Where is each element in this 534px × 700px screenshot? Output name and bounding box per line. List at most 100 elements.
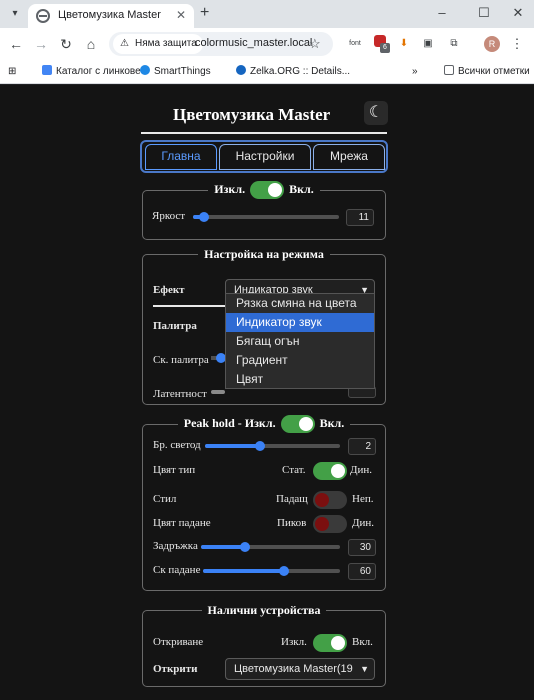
browser-tab[interactable]: Цветомузика Master ✕: [28, 4, 194, 28]
forward-icon[interactable]: →: [32, 35, 50, 53]
fall-color-label: Цвят падане: [153, 517, 211, 529]
extensions-puzzle-icon[interactable]: ⧉: [446, 35, 462, 53]
palette-label: Палитра: [153, 320, 197, 332]
effect-option[interactable]: Рязка смяна на цвета: [226, 294, 374, 313]
color-type-toggle[interactable]: [313, 462, 347, 480]
bookmark-all[interactable]: Всички отметки: [444, 63, 530, 81]
bookmark-favicon-icon: [140, 65, 150, 75]
effect-option-selected[interactable]: Индикатор звук: [226, 313, 374, 332]
profile-avatar[interactable]: R: [484, 36, 500, 52]
led-count-value[interactable]: 2: [348, 438, 376, 455]
slider-track: [193, 215, 339, 219]
fall-speed-label: Ск падане: [153, 564, 201, 576]
new-tab-icon[interactable]: +: [200, 5, 209, 21]
fall-color-toggle[interactable]: [313, 515, 347, 533]
found-devices-select[interactable]: Цветомузика Master(19 ▼: [225, 658, 375, 680]
close-window-icon[interactable]: ✕: [506, 3, 530, 23]
folder-icon: [444, 65, 454, 75]
power-on-label: Вкл.: [289, 181, 314, 196]
font-extension-icon[interactable]: font: [345, 35, 365, 53]
effect-dropdown-list: Рязка смяна на цвета Индикатор звук Бяга…: [225, 293, 375, 389]
browser-toolbar: ← → ↻ ⌂ ⚠ Няма защита colormusic_master.…: [0, 28, 534, 60]
bookmark-star-icon[interactable]: ☆: [309, 35, 321, 53]
discovery-off-label: Изкл.: [281, 636, 307, 648]
bookmark-favicon-icon: [42, 65, 52, 75]
delay-value[interactable]: 30: [348, 539, 376, 556]
menu-kebab-icon[interactable]: ⋮: [510, 35, 524, 53]
style-left-label: Падащ: [276, 493, 308, 505]
home-icon[interactable]: ⌂: [82, 35, 100, 53]
peak-hold-on-label: Вкл.: [319, 415, 345, 430]
tab-title: Цветомузика Master: [58, 9, 161, 21]
slider-thumb[interactable]: [279, 566, 290, 576]
address-bar[interactable]: ⚠ Няма защита colormusic_master.local ☆: [109, 32, 333, 56]
theme-toggle-button[interactable]: ☾: [364, 101, 388, 125]
found-devices-value: Цветомузика Master(19: [234, 663, 353, 675]
mode-legend: Настройка на режима: [204, 247, 324, 261]
bookmark-smartthings[interactable]: SmartThings: [140, 63, 211, 81]
discovery-on-label: Вкл.: [352, 636, 373, 648]
style-toggle[interactable]: [313, 491, 347, 509]
toggle-knob: [268, 183, 283, 197]
discovery-label: Откриване: [153, 636, 204, 648]
tab-network[interactable]: Мрежа: [313, 144, 385, 170]
close-tab-icon[interactable]: ✕: [176, 8, 186, 22]
web-page: Цветомузика Master ☾ Главна Настройки Мр…: [0, 85, 534, 700]
extension-badge: 6: [380, 43, 390, 53]
power-legend: Изкл. Вкл.: [208, 181, 319, 199]
url-text[interactable]: colormusic_master.local: [195, 37, 312, 49]
effect-option[interactable]: Градиент: [226, 351, 374, 370]
power-toggle[interactable]: [250, 181, 285, 199]
bookmark-catalog[interactable]: Каталог с линкове: [42, 63, 141, 81]
bookmark-zelka[interactable]: Zelka.ORG :: Details...: [236, 63, 350, 81]
back-icon[interactable]: ←: [7, 35, 25, 53]
brightness-slider[interactable]: [193, 212, 339, 222]
minimize-icon[interactable]: –: [430, 3, 454, 23]
power-card: Изкл. Вкл. Яркост 11: [142, 181, 386, 240]
bookmark-favicon-icon: [236, 65, 246, 75]
palette-speed-label: Ск. палитра: [153, 354, 209, 366]
page-title: Цветомузика Master: [173, 105, 331, 124]
bookmarks-overflow-icon[interactable]: »: [412, 63, 418, 81]
slider-fill: [203, 569, 285, 573]
effect-option[interactable]: Бягащ огън: [226, 332, 374, 351]
ublock-extension-icon[interactable]: 6: [372, 35, 390, 53]
peak-hold-off-label: Peak hold - Изкл.: [183, 415, 276, 430]
discovery-toggle[interactable]: [313, 634, 347, 652]
slider-fill: [201, 545, 245, 549]
media-extension-icon[interactable]: ▣: [420, 35, 436, 53]
reload-icon[interactable]: ↻: [57, 35, 75, 53]
color-type-right-label: Дин.: [350, 464, 373, 476]
security-label: Няма защита: [135, 38, 197, 49]
fall-speed-slider[interactable]: [203, 566, 340, 576]
slider-thumb[interactable]: [239, 542, 250, 552]
security-chip[interactable]: ⚠ Няма защита: [113, 34, 203, 54]
brightness-value[interactable]: 11: [346, 209, 374, 226]
bookmark-label: Zelka.ORG :: Details...: [250, 66, 351, 77]
style-right-label: Неп.: [352, 493, 374, 505]
tab-main[interactable]: Главна: [145, 144, 217, 170]
maximize-icon[interactable]: ☐: [472, 3, 496, 23]
delay-slider[interactable]: [201, 542, 340, 552]
peak-hold-toggle[interactable]: [280, 415, 315, 433]
toggle-knob: [315, 493, 329, 507]
devices-card: Налични устройства Откриване Изкл. Вкл. …: [142, 603, 386, 687]
slider-thumb[interactable]: [198, 212, 209, 222]
slider-thumb[interactable]: [255, 441, 265, 451]
bookmark-label: SmartThings: [154, 66, 211, 77]
effect-option[interactable]: Цвят: [226, 370, 374, 389]
brightness-label: Яркост: [152, 210, 186, 222]
tab-settings[interactable]: Настройки: [219, 144, 311, 170]
led-count-label: Бр. светод: [153, 439, 201, 451]
led-count-slider[interactable]: [205, 441, 340, 451]
peak-hold-card: Peak hold - Изкл. Вкл. Бр. светод 2 Цвят…: [142, 415, 386, 591]
tab-search-chevron-icon[interactable]: ▾: [6, 6, 24, 22]
fall-speed-value[interactable]: 60: [348, 563, 376, 580]
download-extension-icon[interactable]: ⬇: [396, 35, 412, 53]
delay-label: Задръжка: [153, 540, 198, 552]
globe-icon: [36, 9, 50, 23]
latency-slider[interactable]: [211, 390, 225, 394]
toggle-knob: [331, 464, 345, 478]
color-type-left-label: Стат.: [282, 464, 306, 476]
apps-grid-icon[interactable]: ⊞: [8, 63, 20, 81]
